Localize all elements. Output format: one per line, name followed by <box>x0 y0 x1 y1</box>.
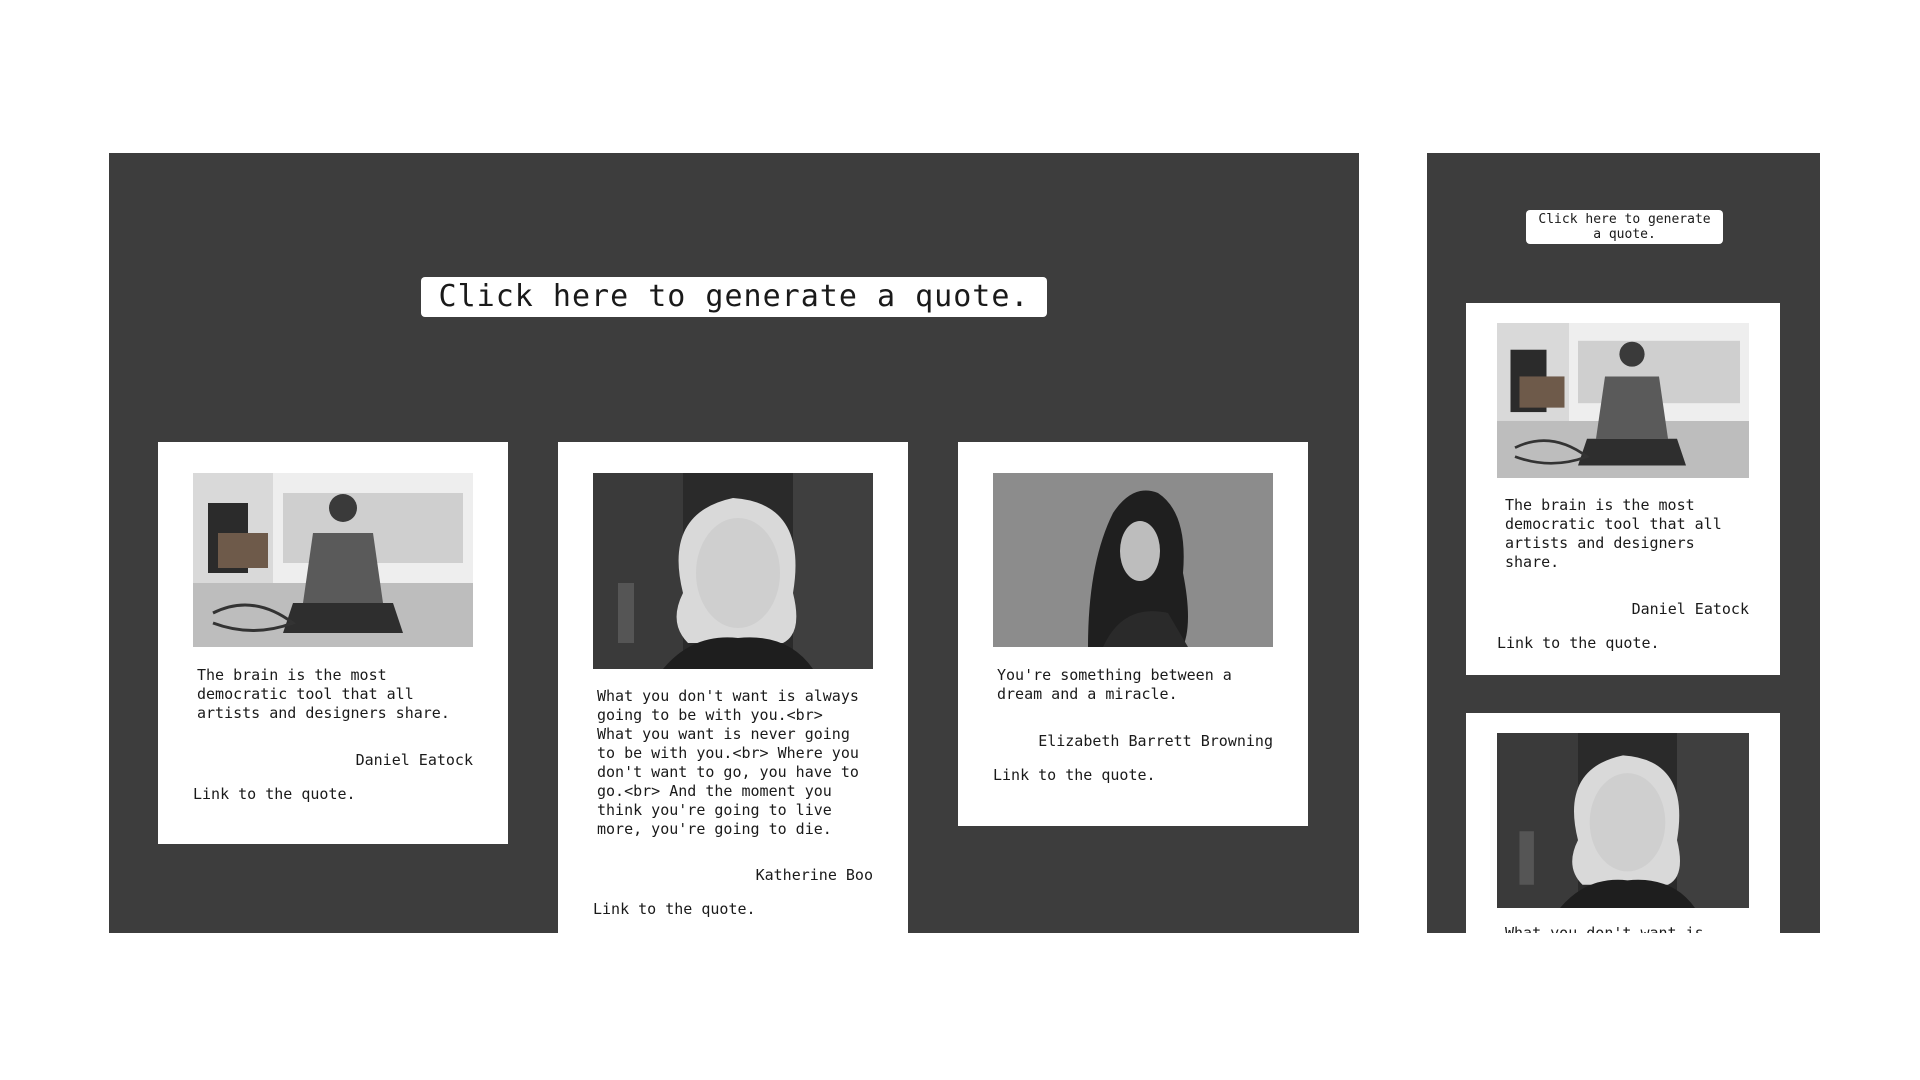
quote-link[interactable]: Link to the quote. <box>593 900 756 918</box>
quote-text: What you don't want is <box>1505 924 1704 933</box>
desktop-preview-panel: Click here to generate a quote. The brai… <box>109 153 1359 933</box>
quote-card: The brain is the most democratic tool th… <box>1466 303 1780 675</box>
quote-author: Daniel Eatock <box>355 751 473 769</box>
quote-card: You're something between a dream and a m… <box>958 442 1308 826</box>
author-photo <box>593 473 873 669</box>
generate-quote-button[interactable]: Click here to generate a quote. <box>1526 210 1723 244</box>
quote-text: The brain is the most democratic tool th… <box>197 666 450 722</box>
quote-text: What you don't want is always going to b… <box>597 687 859 838</box>
quote-card: The brain is the most democratic tool th… <box>158 442 508 844</box>
quote-author: Elizabeth Barrett Browning <box>1038 732 1273 750</box>
author-photo <box>193 473 473 647</box>
quote-card: What you don't want is <box>1466 713 1780 933</box>
quote-link[interactable]: Link to the quote. <box>993 766 1156 784</box>
quote-author: Katherine Boo <box>755 866 873 884</box>
quote-link[interactable]: Link to the quote. <box>193 785 356 803</box>
author-photo <box>993 473 1273 647</box>
author-photo <box>1497 323 1749 478</box>
quote-text: You're something between a dream and a m… <box>997 666 1232 703</box>
generate-quote-button[interactable]: Click here to generate a quote. <box>421 277 1047 317</box>
quote-text: The brain is the most democratic tool th… <box>1505 496 1722 571</box>
quote-author: Daniel Eatock <box>1631 600 1749 618</box>
author-photo <box>1497 733 1749 908</box>
mobile-preview-panel: Click here to generate a quote. The brai… <box>1427 153 1820 933</box>
quote-card: What you don't want is always going to b… <box>558 442 908 933</box>
quote-link[interactable]: Link to the quote. <box>1497 634 1660 652</box>
